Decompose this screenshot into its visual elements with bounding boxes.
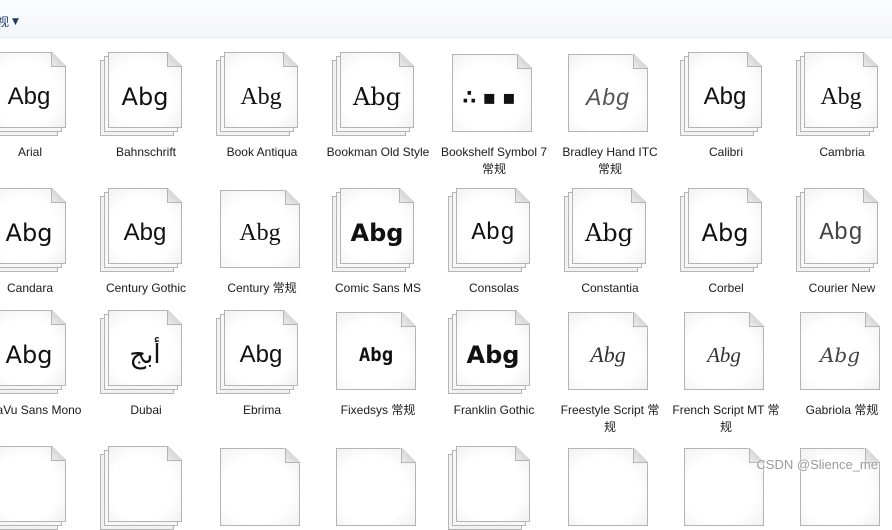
font-file-icon: Abg xyxy=(0,188,76,272)
font-sample: Abg xyxy=(7,83,51,110)
font-file-icon: Abg xyxy=(564,310,656,390)
font-file-icon xyxy=(100,446,192,530)
font-name: Gabriola 常规 xyxy=(805,403,879,417)
font-name: DejaVu Sans Mono xyxy=(0,403,82,417)
font-file-icon: Abg xyxy=(0,310,76,394)
font-file-icon xyxy=(0,446,76,530)
font-sample: Abg xyxy=(5,341,53,369)
font-sample: Abg xyxy=(239,341,283,368)
font-name: Arial xyxy=(17,145,42,159)
font-file-icon xyxy=(332,446,424,526)
font-name: Calibri xyxy=(708,145,743,159)
font-sample: Abg xyxy=(5,219,53,247)
font-name: Freestyle Script 常规 xyxy=(560,403,660,434)
font-sample: أبج xyxy=(129,340,161,370)
font-sample: Abg xyxy=(586,83,630,110)
view-menu-label: 视 xyxy=(0,15,10,29)
font-name: Bradley Hand ITC 常规 xyxy=(562,145,658,176)
watermark: CSDN @Slience_me xyxy=(756,457,878,472)
font-sample: Abg xyxy=(584,219,634,247)
font-sample: Abg xyxy=(701,219,749,247)
font-sample: Abg xyxy=(471,219,515,247)
font-file-icon: Abg xyxy=(796,52,888,136)
font-file-icon: Abg xyxy=(796,310,888,390)
toolbar: 视 ▼ xyxy=(0,0,892,38)
font-name: Book Antiqua xyxy=(226,145,298,159)
font-sample: Abg xyxy=(352,83,402,111)
font-sample: Abg xyxy=(707,342,741,367)
font-name: Franklin Gothic xyxy=(453,403,535,417)
font-sample: Abg xyxy=(358,344,394,366)
font-file-icon: Abg xyxy=(332,188,424,272)
font-sample: ∴▪▪ xyxy=(462,85,522,109)
font-sample: Abg xyxy=(121,83,169,111)
font-sample: Abg xyxy=(590,342,626,367)
font-sample: Abg xyxy=(466,341,520,369)
font-file-icon: Abg xyxy=(448,188,540,272)
font-file-icon: Abg xyxy=(332,310,424,390)
font-file-icon: Abg xyxy=(680,310,772,390)
font-name: Century Gothic xyxy=(105,281,187,295)
font-file-icon: Abg xyxy=(564,188,656,272)
font-name: Cambria xyxy=(819,145,865,159)
font-grid: Abg Arial Abg Bahnschrift Abg Book Antiq… xyxy=(0,38,892,530)
font-file-icon: ∴▪▪ xyxy=(448,52,540,132)
font-name: Courier New xyxy=(808,281,876,295)
font-file-icon: Abg xyxy=(100,52,192,136)
font-name: French Script MT 常规 xyxy=(672,403,780,434)
font-file-icon: Abg xyxy=(680,52,772,136)
font-sample: Abg xyxy=(819,219,863,247)
font-file-icon: Abg xyxy=(216,310,308,394)
font-file-icon: Abg xyxy=(216,188,308,268)
font-file-icon: Abg xyxy=(564,52,656,132)
font-file-icon: Abg xyxy=(100,188,192,272)
font-sample: Abg xyxy=(123,219,167,246)
font-name: Constantia xyxy=(581,281,639,295)
font-file-icon xyxy=(216,446,308,526)
font-sample: Abg xyxy=(819,343,861,367)
font-file-icon: Abg xyxy=(332,52,424,136)
font-name: Comic Sans MS xyxy=(334,281,422,295)
font-name: Dubai xyxy=(130,403,162,417)
font-name: Consolas xyxy=(468,281,520,295)
font-name: Candara xyxy=(6,281,54,295)
font-file-icon xyxy=(448,446,540,530)
font-sample: Abg xyxy=(240,83,282,110)
font-file-icon: Abg xyxy=(448,310,540,394)
font-file-icon: Abg xyxy=(216,52,308,136)
font-file-icon: Abg xyxy=(796,188,888,272)
caret-down-icon: ▼ xyxy=(12,16,19,27)
font-name: Century 常规 xyxy=(227,281,297,295)
font-name: Corbel xyxy=(708,281,744,295)
font-name: Bookman Old Style xyxy=(326,145,430,159)
font-name: Bahnschrift xyxy=(115,145,177,159)
font-sample: Abg xyxy=(820,83,862,110)
font-file-icon: Abg xyxy=(0,52,76,136)
font-file-icon xyxy=(564,446,656,526)
font-sample: Abg xyxy=(350,219,404,247)
font-name: Bookshelf Symbol 7 常规 xyxy=(440,145,548,176)
view-menu-button[interactable]: 视 ▼ xyxy=(0,13,19,30)
font-sample: Abg xyxy=(239,219,281,246)
font-file-icon: أبج xyxy=(100,310,192,394)
font-name: Ebrima xyxy=(242,403,281,417)
font-sample: Abg xyxy=(703,83,747,110)
font-file-icon: Abg xyxy=(680,188,772,272)
font-name: Fixedsys 常规 xyxy=(340,403,416,417)
